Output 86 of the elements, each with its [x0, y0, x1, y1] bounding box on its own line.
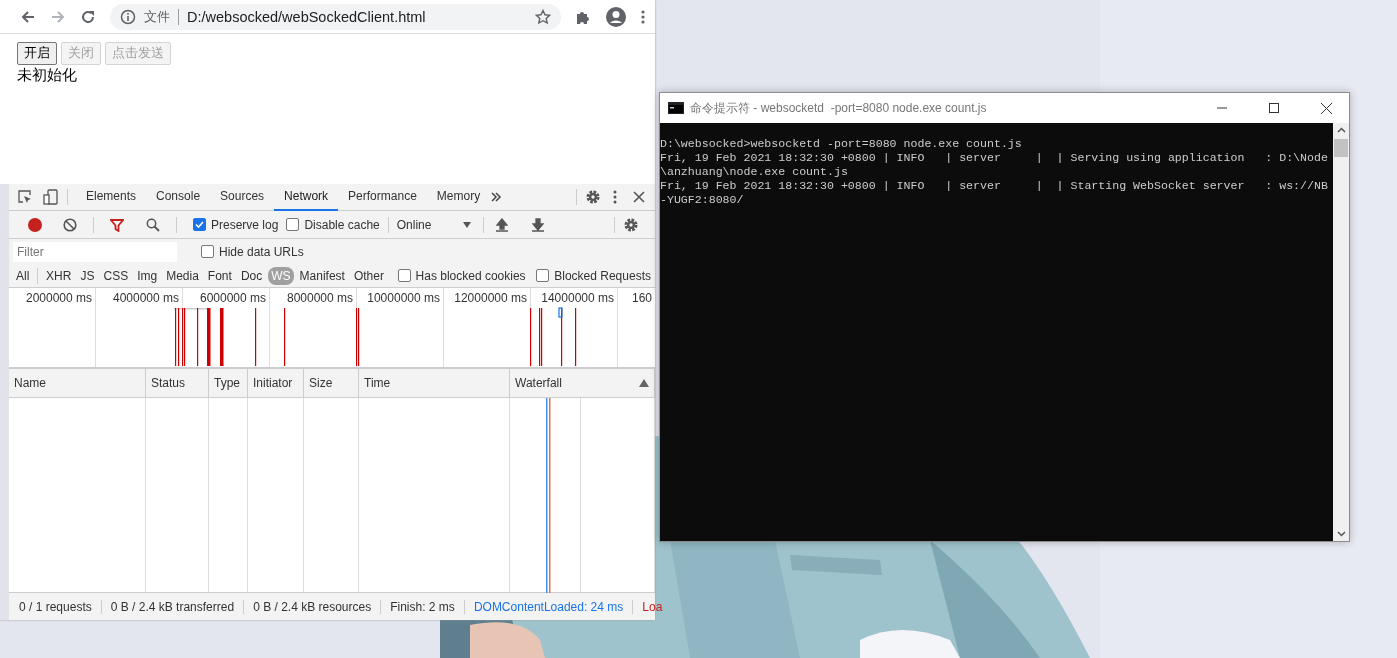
column-header[interactable]: Waterfall — [515, 376, 562, 390]
time-tick: 4000000 ms — [112, 291, 179, 305]
time-tick: 14000000 ms — [541, 291, 614, 305]
checkbox-label: Has blocked cookies — [415, 268, 526, 283]
type-filter[interactable]: Img — [134, 266, 161, 285]
status-item: 0 B / 2.4 kB resources — [244, 599, 382, 614]
terminal-line: D:\websocked>websocketd -port=8080 node.exe count.js — [660, 137, 1022, 151]
maximize-icon[interactable] — [1269, 103, 1279, 113]
column-header[interactable]: Size — [309, 376, 333, 390]
time-tick: 160 — [631, 291, 652, 305]
scrollbar-thumb[interactable] — [1334, 139, 1348, 157]
url-text: D:/websocked/webSockedClient.html — [187, 8, 427, 25]
record-icon[interactable] — [27, 216, 43, 233]
checkbox[interactable] — [536, 269, 550, 282]
column-header[interactable]: Initiator — [253, 376, 293, 390]
terminal-line: Fri, 19 Feb 2021 18:32:30 +0800 | INFO | server | | Serving using application : D:\Node — [660, 151, 1328, 165]
more-tabs-icon[interactable] — [490, 191, 503, 203]
scroll-up-icon[interactable] — [1336, 127, 1346, 133]
settings-icon[interactable] — [623, 216, 639, 233]
type-filter[interactable]: JS — [77, 266, 98, 285]
settings-icon[interactable] — [585, 189, 601, 205]
checkbox-label: Disable cache — [304, 217, 380, 232]
devtools-tab[interactable]: Performance — [338, 183, 427, 211]
filter-field[interactable]: Filter — [13, 241, 177, 262]
clear-icon[interactable] — [63, 217, 77, 232]
menu-icon[interactable] — [641, 8, 645, 25]
filter-icon[interactable] — [110, 217, 124, 232]
devtools-tab[interactable]: Console — [146, 183, 211, 211]
status-item: 0 / 1 requests — [10, 599, 102, 614]
type-filter[interactable]: Manifest — [296, 266, 348, 285]
type-filter[interactable]: Doc — [237, 266, 266, 285]
reload-icon[interactable] — [80, 8, 96, 25]
type-filter[interactable]: XHR — [43, 266, 75, 285]
scroll-down-icon[interactable] — [1336, 531, 1346, 537]
terminal-line: \anzhuang\node.exe count.js — [660, 165, 848, 179]
checkbox-label: Hide data URLs — [219, 244, 304, 259]
checkbox-label: Blocked Requests — [554, 268, 651, 283]
column-header[interactable]: Type — [214, 376, 240, 390]
account-icon[interactable] — [605, 5, 627, 28]
checkbox[interactable] — [201, 245, 214, 258]
terminal-line: Fri, 19 Feb 2021 18:32:30 +0800 | INFO | server | | Starting WebSocket server : ws://NB — [660, 179, 1328, 193]
devtools-tab[interactable]: Sources — [210, 183, 275, 211]
type-filter[interactable]: CSS — [100, 266, 132, 285]
type-filter[interactable]: Other — [350, 266, 387, 285]
devtools-tab[interactable]: Elements — [76, 183, 147, 211]
device-icon[interactable] — [43, 189, 59, 205]
devtools-tab[interactable]: Memory — [426, 183, 491, 211]
search-icon[interactable] — [146, 217, 160, 232]
type-filter[interactable]: Font — [204, 266, 235, 285]
checkbox-label: Preserve log — [211, 217, 279, 232]
time-tick: 6000000 ms — [199, 291, 266, 305]
back-icon[interactable] — [20, 8, 36, 25]
upload-icon[interactable] — [495, 217, 508, 232]
column-header[interactable]: Status — [151, 376, 186, 390]
checkbox[interactable] — [193, 218, 206, 231]
time-tick: 10000000 ms — [367, 291, 440, 305]
status-item: Finish: 2 ms — [381, 599, 465, 614]
checkbox[interactable] — [397, 269, 411, 282]
download-icon[interactable] — [531, 217, 544, 232]
type-filter[interactable]: Media — [163, 266, 202, 285]
checkbox[interactable] — [286, 218, 300, 231]
inspect-icon[interactable] — [17, 189, 33, 205]
throttling-select[interactable]: Online — [396, 217, 471, 232]
terminal-line: -YUGF2:8080/ — [660, 193, 744, 207]
info-icon[interactable] — [120, 8, 136, 25]
close-icon[interactable] — [633, 191, 645, 203]
address-bar[interactable]: 文件 D:/websocked/webSockedClient.html — [110, 3, 561, 30]
time-tick: 8000000 ms — [286, 291, 353, 305]
status-item: Loa — [641, 599, 663, 614]
column-header[interactable]: Name — [14, 376, 46, 390]
more-icon[interactable] — [613, 190, 617, 204]
sort-icon[interactable] — [639, 379, 649, 387]
close-icon[interactable] — [1320, 102, 1332, 114]
scheme-label: 文件 — [144, 7, 170, 26]
star-icon[interactable] — [535, 8, 551, 25]
window-title: 命令提示符 - websocketd -port=8080 node.exe count.js — [690, 99, 988, 117]
column-header[interactable]: Time — [364, 376, 391, 390]
caret-icon[interactable] — [462, 221, 471, 228]
status-item: DOMContentLoaded: 24 ms — [464, 599, 634, 614]
console-icon — [668, 102, 684, 114]
type-filter[interactable]: All — [13, 266, 33, 285]
status-item: 0 B / 2.4 kB transferred — [101, 599, 245, 614]
status-text: 未初始化 — [17, 66, 78, 85]
time-tick: 12000000 ms — [454, 291, 527, 305]
page-button[interactable]: 开启 — [17, 42, 57, 65]
time-tick: 2000000 ms — [25, 291, 92, 305]
